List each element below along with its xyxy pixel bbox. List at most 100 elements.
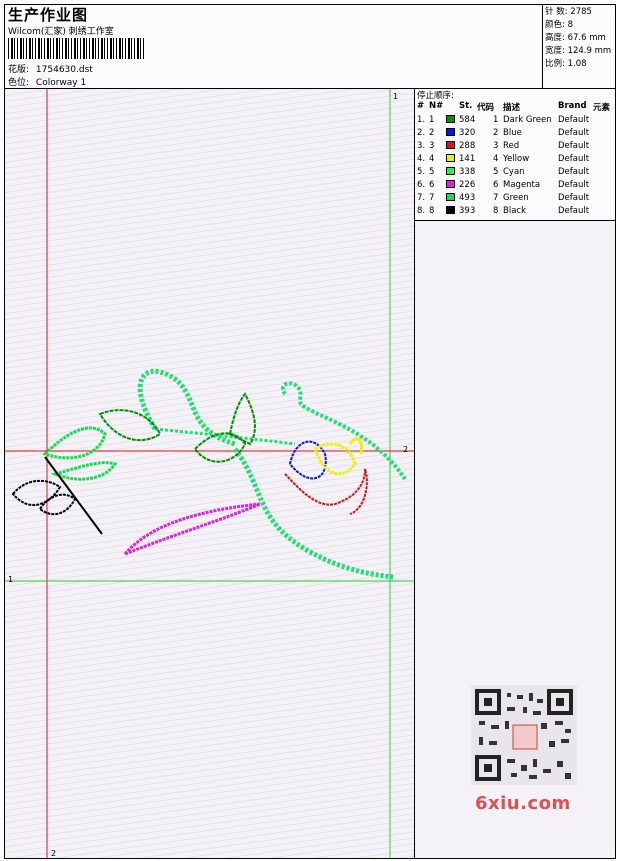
guide-label-right: 2 bbox=[403, 445, 409, 454]
row-code: 2 bbox=[493, 128, 499, 138]
row-code: 5 bbox=[493, 167, 499, 177]
table-row: 1. 1 584 1 Dark Green Default bbox=[415, 115, 615, 128]
design-file-row: 花版: 1754630.dst bbox=[8, 62, 93, 75]
color-swatch bbox=[446, 128, 455, 136]
row-stitches: 338 bbox=[459, 167, 476, 177]
row-index: 4. bbox=[417, 154, 426, 164]
header-panel: 生产作业图 Wilcom(汇家) 刺绣工作室 花版: 1754630.dst 色… bbox=[5, 5, 543, 89]
guide-label-left: 1 bbox=[8, 575, 14, 584]
design-file-value: 1754630.dst bbox=[35, 65, 93, 75]
row-number: 5 bbox=[429, 167, 435, 177]
row-code: 8 bbox=[493, 206, 499, 216]
dragonfly-wing-upper bbox=[42, 426, 107, 460]
row-index: 2. bbox=[417, 128, 426, 138]
row-index: 8. bbox=[417, 206, 426, 216]
table-row: 6. 6 226 6 Magenta Default bbox=[415, 180, 615, 193]
stop-sequence-table: 停止顺序: # N# St. 代码 描述 Brand 元素 1. 1 584 1 Dar… bbox=[415, 89, 615, 221]
col-description: 描述 bbox=[503, 103, 521, 113]
row-stitches: 393 bbox=[459, 206, 476, 216]
color-swatch bbox=[446, 154, 455, 162]
row-code: 4 bbox=[493, 154, 499, 164]
stitch-count: 针 数: 2785 bbox=[545, 7, 592, 17]
table-row: 2. 2 320 2 Blue Default bbox=[415, 128, 615, 141]
dragonfly-wing-lower bbox=[38, 493, 77, 516]
design-scale: 比例: 1.08 bbox=[545, 59, 587, 69]
row-brand: Default bbox=[558, 167, 590, 177]
flower-petal-red bbox=[284, 468, 368, 515]
row-brand: Default bbox=[558, 154, 590, 164]
color-swatch bbox=[446, 141, 455, 149]
col-index: # bbox=[417, 101, 425, 111]
row-index: 5. bbox=[417, 167, 426, 177]
row-index: 3. bbox=[417, 141, 426, 151]
guide-label-top: 1 bbox=[393, 92, 399, 101]
row-index: 1. bbox=[417, 115, 426, 125]
row-number: 6 bbox=[429, 180, 435, 190]
col-element: 元素 bbox=[593, 103, 611, 113]
design-canvas[interactable]: 1 2 1 2 bbox=[5, 89, 415, 858]
row-description: Blue bbox=[503, 128, 522, 138]
col-stitches: St. bbox=[459, 101, 473, 111]
table-row: 3. 3 288 3 Red Default bbox=[415, 141, 615, 154]
dragonfly-wing-right bbox=[50, 461, 118, 481]
worksheet: 生产作业图 Wilcom(汇家) 刺绣工作室 花版: 1754630.dst 色… bbox=[4, 4, 616, 859]
color-swatch bbox=[446, 180, 455, 188]
table-row: 4. 4 141 4 Yellow Default bbox=[415, 154, 615, 167]
row-brand: Default bbox=[558, 128, 590, 138]
studio-name: Wilcom(汇家) 刺绣工作室 bbox=[8, 27, 114, 37]
row-code: 6 bbox=[493, 180, 499, 190]
flower-bud bbox=[348, 437, 363, 455]
color-swatch bbox=[446, 206, 455, 214]
design-width: 宽度: 124.9 mm bbox=[545, 46, 612, 56]
info-panel: 针 数: 2785 颜色: 8 高度: 67.6 mm 宽度: 124.9 mm… bbox=[543, 5, 615, 89]
row-brand: Default bbox=[558, 180, 590, 190]
design-height: 高度: 67.6 mm bbox=[545, 33, 606, 43]
color-swatch bbox=[446, 167, 455, 175]
row-number: 3 bbox=[429, 141, 435, 151]
qr-code bbox=[471, 685, 577, 785]
table-row: 7. 7 493 7 Green Default bbox=[415, 193, 615, 206]
row-stitches: 226 bbox=[459, 180, 476, 190]
row-brand: Default bbox=[558, 115, 590, 125]
row-index: 6. bbox=[417, 180, 426, 190]
colorway-row: 色位: Colorway 1 bbox=[8, 75, 86, 88]
row-brand: Default bbox=[558, 193, 590, 203]
table-row: 8. 8 393 8 Black Default bbox=[415, 206, 615, 219]
row-number: 8 bbox=[429, 206, 435, 216]
row-code: 7 bbox=[493, 193, 499, 203]
row-brand: Default bbox=[558, 141, 590, 151]
embroidery-preview bbox=[5, 89, 414, 858]
vine-stem-lower bbox=[232, 447, 394, 580]
row-index: 7. bbox=[417, 193, 426, 203]
stop-sequence-title: 停止顺序: bbox=[417, 91, 454, 101]
row-description: Red bbox=[503, 141, 520, 151]
row-stitches: 141 bbox=[459, 154, 476, 164]
vine-tendril bbox=[281, 381, 407, 481]
row-description: Black bbox=[503, 206, 526, 216]
row-stitches: 584 bbox=[459, 115, 476, 125]
row-description: Green bbox=[503, 193, 529, 203]
row-number: 7 bbox=[429, 193, 435, 203]
col-brand: Brand bbox=[558, 101, 587, 111]
row-brand: Default bbox=[558, 206, 590, 216]
row-code: 3 bbox=[493, 141, 499, 151]
design-file-label: 花版: bbox=[8, 65, 30, 75]
table-row: 5. 5 338 5 Cyan Default bbox=[415, 167, 615, 180]
row-stitches: 493 bbox=[459, 193, 476, 203]
row-stitches: 288 bbox=[459, 141, 476, 151]
colorway-value: Colorway 1 bbox=[35, 78, 87, 88]
colorway-label: 色位: bbox=[8, 78, 30, 88]
row-description: Magenta bbox=[503, 180, 541, 190]
row-number: 2 bbox=[429, 128, 435, 138]
color-count: 颜色: 8 bbox=[545, 20, 573, 30]
col-code: 代码 bbox=[477, 103, 495, 113]
color-swatch bbox=[446, 193, 455, 201]
row-description: Yellow bbox=[503, 154, 530, 164]
row-description: Dark Green bbox=[503, 115, 552, 125]
dragonfly-wing-lower-left bbox=[11, 479, 62, 506]
row-number: 4 bbox=[429, 154, 435, 164]
vine-branch bbox=[154, 427, 296, 446]
row-stitches: 320 bbox=[459, 128, 476, 138]
row-number: 1 bbox=[429, 115, 435, 125]
table-header: # N# St. 代码 描述 Brand 元素 bbox=[415, 101, 615, 113]
